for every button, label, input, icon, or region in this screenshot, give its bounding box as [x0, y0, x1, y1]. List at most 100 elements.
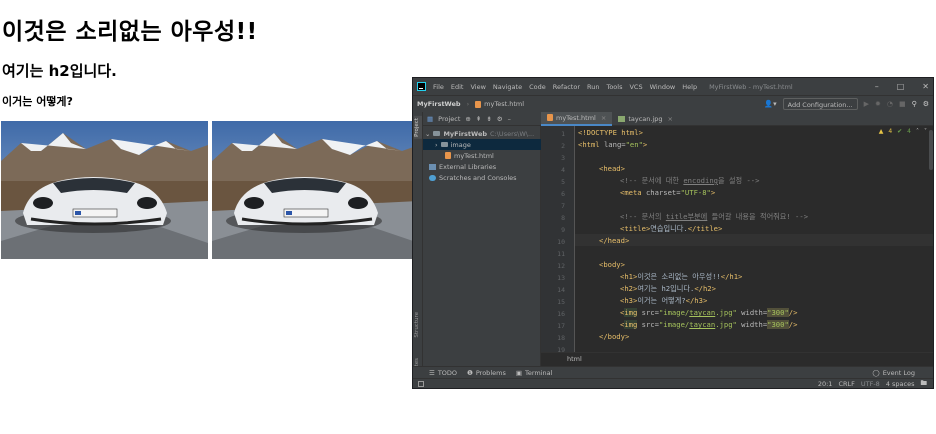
menu-navigate[interactable]: Navigate [493, 83, 522, 91]
warning-count: 4 [888, 128, 893, 135]
maximize-button[interactable]: □ [897, 82, 905, 91]
doctype-token: <!DOCTYPE html> [578, 128, 643, 137]
tag-token: img [624, 320, 638, 329]
ok-count: 4 [907, 128, 911, 135]
tab-mytest-html[interactable]: myTest.html × [541, 111, 613, 126]
page-heading-h1: 이것은 소리없는 아우성!! [2, 19, 258, 45]
string-token: .jpg" [715, 320, 737, 329]
code-line-6: <meta charset="UTF-8"> [541, 187, 933, 199]
tree-label: image [450, 140, 471, 149]
string-token: "image/ [658, 308, 690, 317]
locate-icon[interactable]: ⊕ [465, 115, 470, 123]
attr-token: width= [736, 320, 768, 329]
breadcrumb-separator: › [466, 100, 470, 108]
info-icon: ❶ [467, 368, 473, 377]
menu-window[interactable]: Window [650, 83, 676, 91]
hide-panel-icon[interactable]: – [508, 115, 511, 123]
menu-code[interactable]: Code [529, 83, 546, 91]
menu-tools[interactable]: Tools [606, 83, 622, 91]
code-line-5: <!-- 문서에 대한 encoding을 설정 --> [541, 175, 933, 187]
code-line-1: <!DOCTYPE html> [541, 127, 933, 139]
car-image-1 [1, 121, 208, 259]
tree-item-external-libraries[interactable]: External Libraries [423, 161, 541, 172]
code-line-18: </body> [541, 331, 933, 343]
problems-tool-button[interactable]: ❶ Problems [467, 369, 506, 377]
caret-position[interactable]: 20:1 [818, 380, 833, 388]
menu-bar: File Edit View Navigate Code Refactor Ru… [433, 83, 697, 91]
ide-window: File Edit View Navigate Code Refactor Ru… [412, 77, 934, 389]
structure-tool-tab[interactable]: Structure [414, 312, 422, 338]
code-line-13: <h1>이것은 소리없는 아우성!!</h1> [541, 271, 933, 283]
terminal-tool-button[interactable]: ▣ Terminal [516, 369, 553, 377]
tag-token: </h1> [720, 272, 743, 281]
lock-icon[interactable]: 🖿 [921, 379, 928, 389]
tree-item-mytest-html[interactable]: myTest.html [423, 150, 541, 161]
panel-settings-gear-icon[interactable]: ⚙ [497, 115, 503, 123]
event-log-icon: ◯ [872, 369, 880, 377]
menu-edit[interactable]: Edit [451, 83, 464, 91]
string-token: taycan [689, 308, 716, 317]
menu-help[interactable]: Help [682, 83, 697, 91]
todo-tool-button[interactable]: ☰ TODO [429, 369, 457, 377]
tree-item-root[interactable]: ⌄ MyFirstWeb C:\Users\W\... [423, 128, 541, 139]
code-line-12: <body> [541, 259, 933, 271]
attr-token: src= [637, 308, 659, 317]
line-separator[interactable]: CRLF [838, 380, 854, 388]
menu-vcs[interactable]: VCS [629, 83, 642, 91]
inspection-widget[interactable]: ▲ 4 ✔ 4 ˄ ˅ [879, 128, 927, 135]
chevron-up-icon[interactable]: ˄ [916, 128, 919, 135]
nav-project-name[interactable]: MyFirstWeb [417, 100, 461, 108]
stop-icon[interactable]: ■ [899, 100, 906, 108]
close-tab-icon[interactable]: × [601, 114, 606, 122]
menu-file[interactable]: File [433, 83, 444, 91]
add-configuration-button[interactable]: Add Configuration... [782, 98, 858, 110]
menu-run[interactable]: Run [587, 83, 599, 91]
tab-label: taycan.jpg [628, 114, 663, 123]
search-icon[interactable]: ⚲ [912, 100, 917, 108]
attr-token: charset= [645, 188, 681, 197]
chevron-down-icon[interactable]: ˅ [924, 128, 927, 135]
project-view-icon[interactable]: ▦ [427, 115, 433, 123]
run-icon[interactable]: ▶ [864, 100, 869, 108]
page-heading-h2: 여기는 h2입니다. [2, 62, 117, 80]
tree-item-image-folder[interactable]: › image [423, 139, 541, 150]
indent-setting[interactable]: 4 spaces [886, 380, 915, 388]
close-tab-icon[interactable]: × [668, 115, 673, 123]
coverage-icon[interactable]: ◔ [887, 100, 893, 108]
project-view-label[interactable]: Project [438, 115, 460, 123]
tool-label: Event Log [882, 369, 915, 377]
close-window-button[interactable]: ✕ [922, 82, 929, 91]
tree-label: Scratches and Consoles [439, 173, 517, 182]
html-file-icon [475, 100, 482, 108]
comment-token: <!-- 문서에 대한 [620, 176, 684, 185]
menu-view[interactable]: View [470, 83, 485, 91]
tag-token: <h1> [620, 272, 638, 281]
settings-gear-icon[interactable]: ⚙ [923, 100, 929, 108]
list-icon: ☰ [429, 368, 435, 377]
chevron-right-icon[interactable]: › [435, 141, 438, 149]
editor-breadcrumb-html[interactable]: html [567, 355, 582, 363]
code-editor[interactable]: 1 2 3 4 5 6 7 8 9 10 11 12 13 14 15 16 1… [541, 126, 933, 352]
minimize-button[interactable]: – [875, 82, 879, 91]
debug-icon[interactable]: ✹ [875, 100, 881, 108]
collapse-all-icon[interactable]: ⇞ [476, 115, 481, 123]
chevron-down-icon[interactable]: ⌄ [425, 130, 430, 138]
editor-vertical-scrollbar[interactable] [929, 130, 933, 170]
tag-token: <meta [620, 188, 646, 197]
menu-refactor[interactable]: Refactor [553, 83, 580, 91]
tag-token: <title> [620, 224, 651, 233]
file-encoding[interactable]: UTF-8 [861, 380, 880, 388]
toggle-tool-windows-icon[interactable] [418, 381, 424, 387]
project-tool-tab[interactable]: Project [414, 116, 422, 139]
expand-all-icon[interactable]: ⇟ [486, 115, 491, 123]
nav-file-name[interactable]: myTest.html [484, 100, 524, 108]
tag-token: > [710, 188, 716, 197]
tag-token: </head> [599, 236, 630, 245]
html-file-icon [547, 114, 553, 121]
tree-item-scratches[interactable]: Scratches and Consoles [423, 172, 541, 183]
tab-taycan-jpg[interactable]: taycan.jpg × [612, 112, 679, 126]
user-icon[interactable]: 👤▾ [764, 100, 776, 108]
ide-title-bar: File Edit View Navigate Code Refactor Ru… [413, 78, 933, 95]
tag-token: <h3> [620, 296, 638, 305]
tag-token: <html [578, 140, 604, 149]
